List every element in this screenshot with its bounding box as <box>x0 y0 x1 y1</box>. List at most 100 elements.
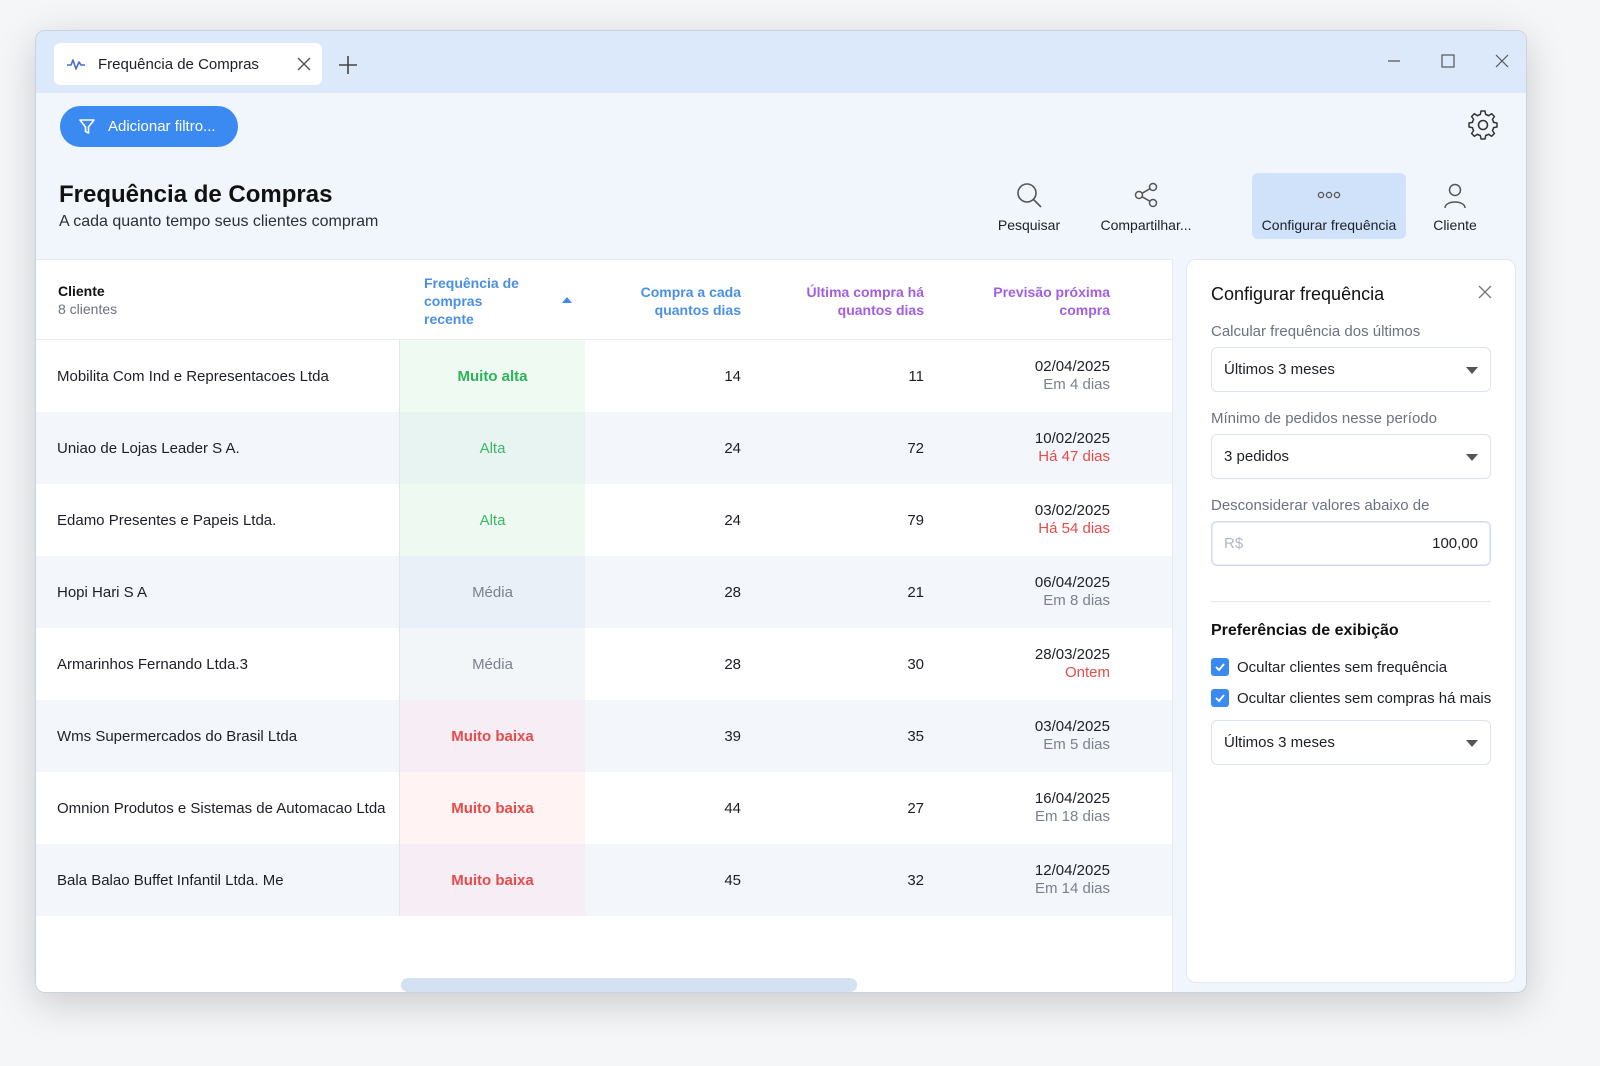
header-every-days[interactable]: Compra a cada quantos dias <box>596 283 741 319</box>
last-purchase-days-value: 30 <box>907 655 924 673</box>
clients-table: Cliente 8 clientes Frequência de compras… <box>36 259 1173 992</box>
last-purchase-days-value: 11 <box>908 367 924 385</box>
header-frequency-l1: Frequência de <box>424 275 519 291</box>
search-button[interactable]: Pesquisar <box>989 173 1069 239</box>
add-filter-button[interactable]: Adicionar filtro... <box>60 106 238 147</box>
currency-prefix: R$ <box>1224 535 1244 552</box>
title-bar: Frequência de Compras <box>36 31 1526 93</box>
last-purchase-days-value: 79 <box>907 511 924 529</box>
last-purchase-days-value: 21 <box>907 583 924 601</box>
every-days-value: 45 <box>724 871 741 889</box>
hide-no-frequency-checkbox[interactable]: Ocultar clientes sem frequência <box>1211 658 1511 676</box>
every-days-value: 24 <box>724 439 741 457</box>
horizontal-scrollbar[interactable] <box>401 978 857 992</box>
table-row[interactable]: Armarinhos Fernando Ltda.3 Média 28 30 28/03… <box>36 628 1172 700</box>
every-days-value: 39 <box>724 727 741 745</box>
hide-no-purchases-label: Ocultar clientes sem compras há mais <box>1237 689 1492 707</box>
every-days-value: 44 <box>724 799 741 817</box>
plus-icon[interactable] <box>336 53 360 77</box>
next-purchase-date: 28/03/2025 <box>1034 646 1110 663</box>
next-purchase-date: 03/04/2025 <box>1034 718 1110 735</box>
table-row[interactable]: Omnion Produtos e Sistemas de Automacao … <box>36 772 1172 844</box>
last-purchase-days-value: 72 <box>907 439 924 457</box>
client-count: 8 clientes <box>58 301 118 317</box>
next-purchase-cell: 02/04/2025 Em 4 dias <box>936 340 1110 412</box>
column-divider <box>399 340 400 916</box>
tab-frequencia[interactable]: Frequência de Compras <box>54 43 322 85</box>
header-frequency[interactable]: Frequência de compras recente <box>424 274 519 328</box>
header-every-l2: quantos dias <box>654 302 741 318</box>
chevron-down-icon <box>1466 367 1478 374</box>
checkbox-checked-icon <box>1211 689 1229 707</box>
client-button[interactable]: Cliente <box>1425 173 1485 239</box>
table-row[interactable]: Edamo Presentes e Papeis Ltda. Alta 24 79 03… <box>36 484 1172 556</box>
table-row[interactable]: Bala Balao Buffet Infantil Ltda. Me Muito… <box>36 844 1172 916</box>
close-icon[interactable] <box>296 56 312 72</box>
last-purchase-days-value: 27 <box>907 799 924 817</box>
table-row[interactable]: Mobilita Com Ind e Representacoes Ltda Mu… <box>36 340 1172 412</box>
next-purchase-relative: Em 5 dias <box>1043 736 1110 753</box>
ignore-values-input[interactable]: R$ 100,00 <box>1211 521 1491 566</box>
client-name: Hopi Hari S A <box>57 583 148 601</box>
next-purchase-cell: 10/02/2025 Há 47 dias <box>936 412 1110 484</box>
share-icon <box>1134 182 1158 208</box>
client-name: Wms Supermercados do Brasil Ltda <box>57 727 298 745</box>
calc-label: Calcular frequência dos últimos <box>1211 323 1421 340</box>
frequency-badge: Muito baixa <box>400 772 585 844</box>
min-orders-label: Mínimo de pedidos nesse período <box>1211 410 1437 427</box>
frequency-badge: Média <box>400 556 585 628</box>
no-purchases-period-value: Últimos 3 meses <box>1224 734 1335 751</box>
gear-icon[interactable] <box>1467 109 1499 141</box>
next-purchase-date: 02/04/2025 <box>1034 358 1110 375</box>
frequency-badge: Muito baixa <box>400 700 585 772</box>
header-next-purchase[interactable]: Previsão próxima compra <box>936 283 1110 319</box>
table-header: Cliente 8 clientes Frequência de compras… <box>36 260 1172 340</box>
next-purchase-relative: Ontem <box>1064 664 1110 681</box>
every-days-value: 28 <box>724 655 741 673</box>
next-purchase-relative: Em 4 dias <box>1043 376 1110 393</box>
search-icon <box>1017 183 1042 208</box>
header-next-l2: compra <box>1059 302 1110 318</box>
next-purchase-relative: Em 18 dias <box>1034 808 1110 825</box>
configure-frequency-label: Configurar frequência <box>1261 217 1397 233</box>
next-purchase-relative: Em 14 dias <box>1034 880 1110 897</box>
header-client-label: Cliente <box>58 283 105 299</box>
next-purchase-cell: 03/04/2025 Em 5 dias <box>936 700 1110 772</box>
client-name: Edamo Presentes e Papeis Ltda. <box>57 511 277 529</box>
next-purchase-cell: 06/04/2025 Em 8 dias <box>936 556 1110 628</box>
divider <box>1211 601 1491 602</box>
next-purchase-date: 06/04/2025 <box>1034 574 1110 591</box>
client-name: Mobilita Com Ind e Representacoes Ltda <box>57 367 329 385</box>
header-last-purchase[interactable]: Última compra há quantos dias <box>776 283 924 319</box>
header-client[interactable]: Cliente 8 clientes <box>58 282 117 318</box>
window-close-icon[interactable] <box>1494 53 1510 69</box>
minimize-icon[interactable] <box>1386 53 1402 69</box>
table-row[interactable]: Wms Supermercados do Brasil Ltda Muito ba… <box>36 700 1172 772</box>
sort-ascending-icon[interactable] <box>562 297 572 303</box>
next-purchase-relative: Há 54 dias <box>1038 520 1110 537</box>
search-label: Pesquisar <box>997 217 1061 233</box>
next-purchase-relative: Há 47 dias <box>1038 448 1110 465</box>
hide-no-purchases-checkbox[interactable]: Ocultar clientes sem compras há mais <box>1211 689 1511 707</box>
table-row[interactable]: Hopi Hari S A Média 28 21 06/04/2025 Em 8 dia… <box>36 556 1172 628</box>
configure-frequency-button[interactable]: Configurar frequência <box>1252 173 1406 239</box>
header-last-l1: Última compra há <box>806 284 924 300</box>
next-purchase-date: 03/02/2025 <box>1034 502 1110 519</box>
min-orders-select[interactable]: 3 pedidos <box>1211 434 1491 479</box>
maximize-icon[interactable] <box>1440 53 1456 69</box>
share-button[interactable]: Compartilhar... <box>1096 173 1196 239</box>
next-purchase-cell: 16/04/2025 Em 18 dias <box>936 772 1110 844</box>
calc-period-select[interactable]: Últimos 3 meses <box>1211 347 1491 392</box>
header-last-l2: quantos dias <box>837 302 924 318</box>
client-name: Omnion Produtos e Sistemas de Automacao … <box>57 799 386 817</box>
close-icon[interactable] <box>1477 284 1493 300</box>
chevron-down-icon <box>1466 740 1478 747</box>
tab-title: Frequência de Compras <box>98 55 259 73</box>
client-label: Cliente <box>1433 217 1477 233</box>
table-row[interactable]: Uniao de Lojas Leader S A. Alta 24 72 10/02/… <box>36 412 1172 484</box>
add-filter-label: Adicionar filtro... <box>108 118 216 135</box>
user-icon <box>1444 183 1466 209</box>
no-purchases-period-select[interactable]: Últimos 3 meses <box>1211 720 1491 765</box>
client-name: Uniao de Lojas Leader S A. <box>57 439 240 457</box>
client-name: Bala Balao Buffet Infantil Ltda. Me <box>57 871 284 889</box>
